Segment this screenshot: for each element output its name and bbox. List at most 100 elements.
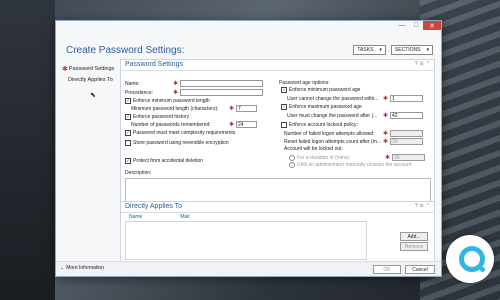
required-icon: ✱	[62, 65, 68, 73]
checkbox-label: Enforce minimum password length	[133, 98, 210, 104]
checkbox-checked-icon: ✓	[125, 158, 131, 164]
checkbox-checked-icon: ✓	[281, 104, 287, 110]
reset-input[interactable]: 30	[390, 138, 424, 145]
enforce-min-age-checkbox[interactable]: ✓ Enforce minimum password age	[281, 87, 360, 93]
enforce-max-age-checkbox[interactable]: ✓ Enforce maximum password age	[281, 104, 362, 110]
max-age-input[interactable]: 42	[390, 112, 424, 119]
description-label: Description:	[125, 170, 152, 176]
checkbox-checked-icon: ✓	[125, 114, 131, 120]
checkbox-checked-icon: ✓	[281, 87, 287, 93]
logo-dot-icon	[480, 267, 485, 272]
applies-to-list[interactable]	[125, 221, 367, 260]
window-controls: — □ ✕	[395, 21, 441, 30]
duration-label: For a duration of (mins):	[297, 154, 351, 161]
chevron-down-icon: ⌄	[60, 265, 65, 271]
required-icon: ✱	[229, 106, 235, 112]
background-left	[0, 0, 55, 300]
chevron-down-icon: ▾	[379, 47, 382, 53]
checkbox-checked-icon: ✓	[125, 98, 131, 104]
password-settings-section: Password Settings ? ⊙ ⌃ Name: ✱ Preceden…	[120, 59, 435, 208]
password-settings-dialog: — □ ✕ Create Password Settings: TASKS ▾ …	[55, 20, 442, 277]
protect-checkbox[interactable]: ✓ Protect from accidental deletion	[125, 158, 203, 164]
tasks-label: TASKS	[357, 47, 374, 53]
required-icon: ✱	[383, 113, 389, 119]
precedence-input[interactable]	[180, 89, 264, 96]
more-info-toggle[interactable]: ⌄ More Information	[60, 265, 104, 271]
min-age-label: User cannot change the password withi...	[287, 95, 379, 102]
locked-out-label: Account will be locked out:	[284, 146, 343, 152]
duration-radio[interactable]: For a duration of (mins): ✱ 30	[289, 154, 426, 161]
close-button[interactable]: ✕	[423, 21, 441, 30]
history-input[interactable]: 24	[236, 121, 258, 128]
nav-item-label: Password Settings	[68, 65, 115, 72]
radio-icon	[289, 162, 295, 168]
column-name[interactable]: Name	[129, 214, 142, 220]
nav-item-label: Directly Applies To	[68, 76, 113, 83]
age-options-label: Password age options:	[279, 80, 330, 86]
tasks-dropdown[interactable]: TASKS ▾	[353, 45, 386, 55]
required-icon: ✱	[173, 81, 179, 87]
enforce-history-checkbox[interactable]: ✓ Enforce password history	[125, 114, 189, 120]
section-nav: ✱ Password Settings Directly Applies To	[62, 63, 117, 85]
section-icons: ? ⊙ ⌃	[415, 203, 430, 209]
failed-attempts-input[interactable]	[390, 130, 424, 137]
help-icon[interactable]: ?	[415, 61, 418, 67]
failed-attempts-field: Number of failed logon attempts allowed:…	[284, 130, 424, 137]
page-title: Create Password Settings:	[66, 45, 185, 56]
min-age-input[interactable]: 1	[390, 95, 424, 102]
maximize-button[interactable]: □	[409, 21, 423, 30]
dialog-footer: ⌄ More Information OK Cancel	[56, 261, 441, 276]
checkbox-checked-icon: ✓	[125, 130, 131, 136]
add-button[interactable]: Add...	[400, 232, 428, 241]
required-icon: ✱	[383, 139, 389, 145]
precedence-label: Precedence:	[125, 89, 154, 96]
until-unlock-radio[interactable]: Until an administrator manually unlocks …	[289, 162, 411, 168]
checkbox-label: Enforce password history	[133, 114, 190, 120]
reversible-checkbox[interactable]: Store password using reversible encrypti…	[125, 140, 229, 146]
history-label: Number of passwords remembered:	[131, 121, 211, 128]
required-icon: ✱	[383, 96, 389, 102]
checkbox-label: Enforce maximum password age	[289, 104, 362, 110]
min-length-field: Minimum password length (characters): ✱ …	[131, 105, 258, 112]
expand-icon[interactable]: ⊙	[420, 203, 424, 209]
nav-item-directly-applies[interactable]: Directly Applies To	[62, 74, 117, 85]
nav-item-password-settings[interactable]: ✱ Password Settings	[62, 63, 117, 74]
collapse-icon[interactable]: ⌃	[426, 61, 430, 67]
min-age-field: User cannot change the password withi...…	[287, 95, 424, 102]
ok-button[interactable]: OK	[373, 265, 401, 274]
more-info-label: More Information	[66, 265, 104, 271]
min-length-input[interactable]: 7	[236, 105, 258, 112]
reset-field: Reset failed logon attempts count after …	[284, 138, 424, 145]
duration-input[interactable]: 30	[392, 154, 426, 161]
lockout-checkbox[interactable]: Enforce account lockout policy:	[281, 122, 358, 128]
collapse-icon[interactable]: ⌃	[426, 203, 430, 209]
brand-logo	[446, 235, 494, 283]
cancel-button[interactable]: Cancel	[405, 265, 435, 274]
checkbox-label: Password must meet complexity requiremen…	[133, 130, 236, 136]
enforce-min-length-checkbox[interactable]: ✓ Enforce minimum password length	[125, 98, 210, 104]
required-icon: ✱	[383, 131, 389, 137]
name-input[interactable]	[180, 80, 264, 87]
history-field: Number of passwords remembered: ✱ 24	[131, 121, 258, 128]
checkbox-label: Protect from accidental deletion	[133, 158, 204, 164]
sections-label: SECTIONS	[394, 47, 421, 53]
sections-dropdown[interactable]: SECTIONS ▾	[390, 45, 433, 55]
section-title: Directly Applies To ? ⊙ ⌃	[121, 202, 434, 213]
precedence-field: Precedence: ✱	[125, 89, 264, 96]
mouse-cursor-icon: ⬉	[90, 92, 96, 99]
max-age-label: User must change the password after (...	[287, 112, 378, 119]
section-title: Password Settings ? ⊙ ⌃	[121, 60, 434, 71]
minimize-button[interactable]: —	[395, 21, 409, 30]
help-icon[interactable]: ?	[415, 203, 418, 209]
checkbox-unchecked-icon	[125, 140, 131, 146]
checkbox-label: Enforce account lockout policy:	[289, 122, 358, 128]
column-mail[interactable]: Mail	[180, 214, 189, 220]
expand-icon[interactable]: ⊙	[420, 61, 424, 67]
complexity-checkbox[interactable]: ✓ Password must meet complexity requirem…	[125, 130, 235, 136]
required-icon: ✱	[385, 155, 391, 161]
chevron-down-icon: ▾	[426, 47, 429, 53]
radio-icon	[289, 154, 295, 161]
remove-button[interactable]: Remove	[400, 242, 428, 251]
checkbox-label: Store password using reversible encrypti…	[133, 140, 229, 146]
header-buttons: TASKS ▾ SECTIONS ▾	[353, 45, 433, 55]
